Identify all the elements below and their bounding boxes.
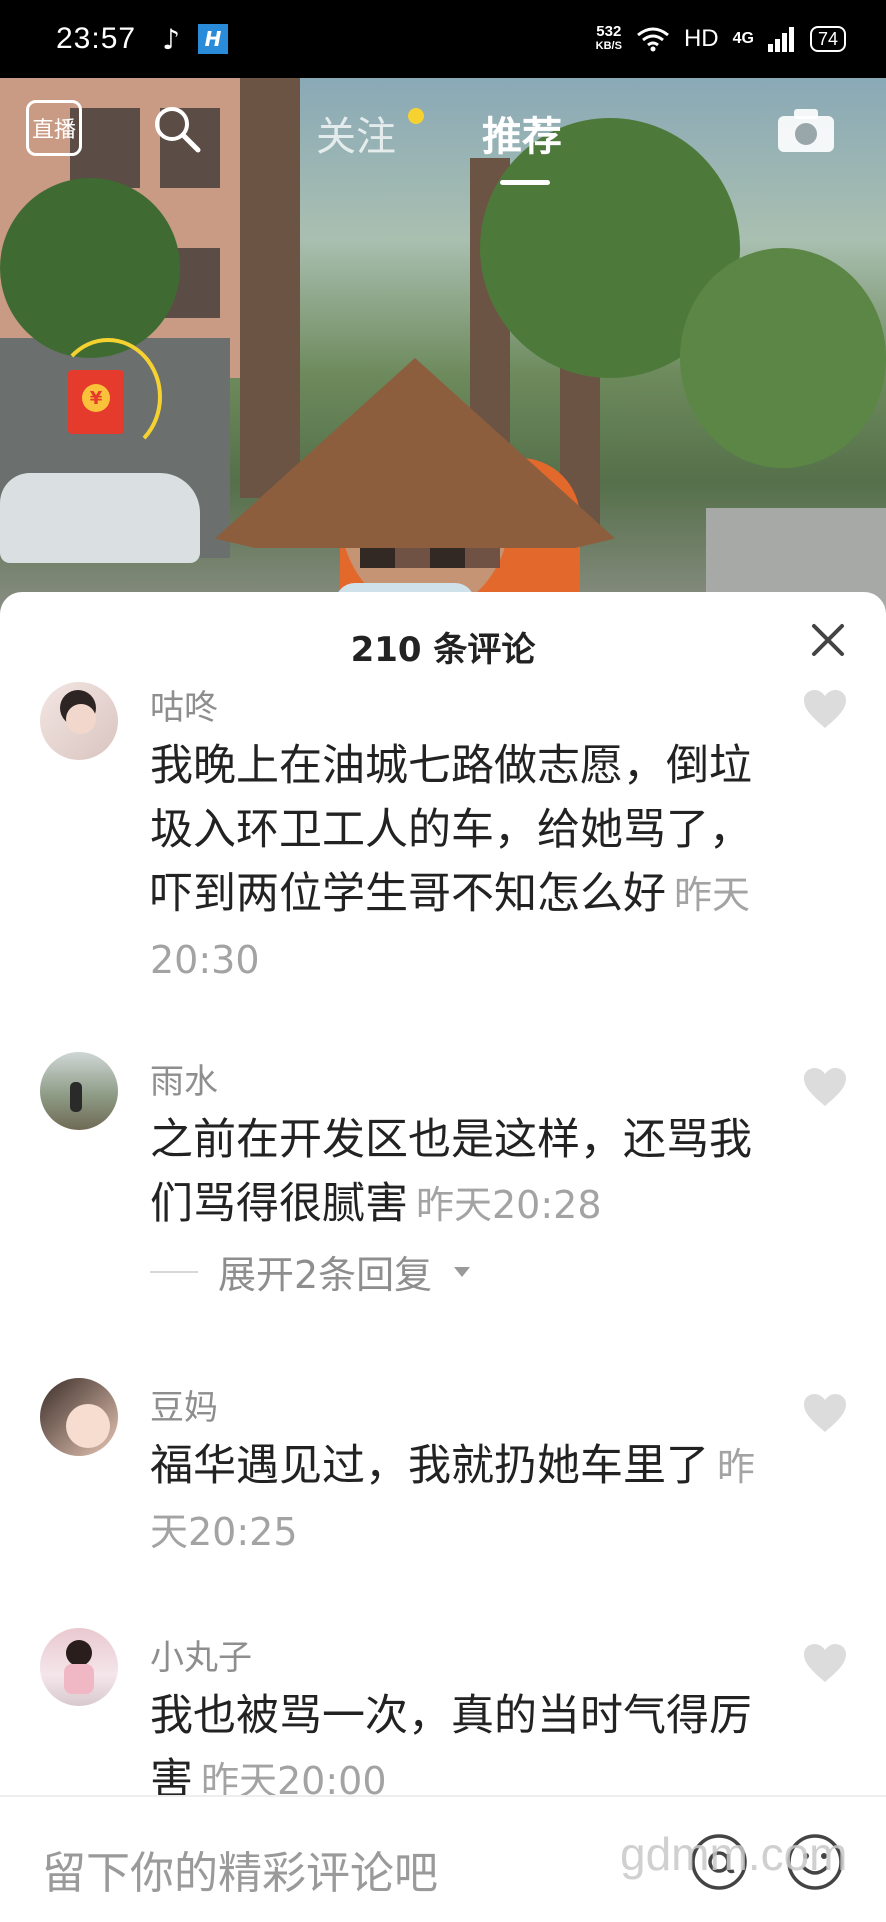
camera-icon[interactable] xyxy=(776,106,836,154)
live-label: 直播 xyxy=(31,118,76,143)
comment-username[interactable]: 豆妈 xyxy=(150,1380,218,1429)
heart-icon[interactable] xyxy=(802,1642,848,1684)
comment-input[interactable]: 留下你的精彩评论吧 xyxy=(42,1837,438,1901)
active-tab-indicator xyxy=(500,180,550,185)
avatar[interactable] xyxy=(40,682,118,760)
heart-icon[interactable] xyxy=(802,1392,848,1434)
comment-input-bar[interactable]: 留下你的精彩评论吧 gdmm.com xyxy=(0,1795,886,1922)
comment-username[interactable]: 小丸子 xyxy=(150,1630,252,1679)
comment-username[interactable]: 咕咚 xyxy=(150,680,218,729)
comments-sheet: 210 条评论 咕咚 我晚上在油城七路做志愿，倒垃圾入环卫工人的车，给她骂了，吓… xyxy=(0,592,886,1920)
yuan-coin-icon: ¥ xyxy=(82,384,110,412)
avatar[interactable] xyxy=(40,1628,118,1706)
video-car xyxy=(0,473,200,563)
network-speed: 532 KB/S xyxy=(596,24,622,54)
comments-header: 210 条评论 xyxy=(0,592,886,692)
comment-item: 雨水 之前在开发区也是这样，还骂我们骂得很腻害 昨天20:28 展开2条回复 xyxy=(0,1052,886,1312)
video-tree xyxy=(680,248,886,468)
heart-icon[interactable] xyxy=(802,688,848,730)
comment-body: 我晚上在油城七路做志愿，倒垃圾入环卫工人的车，给她骂了，吓到两位学生哥不知怎么好 xyxy=(150,741,752,919)
comment-item: 小丸子 我也被骂一次，真的当时气得厉害 昨天20:00 xyxy=(0,1628,886,1805)
network-speed-value: 532 xyxy=(596,23,622,40)
avatar[interactable] xyxy=(40,1378,118,1456)
expand-replies-label: 展开2条回复 xyxy=(218,1253,433,1297)
watermark: gdmm.com xyxy=(620,1828,848,1880)
tiktok-icon: ♪ xyxy=(162,22,180,56)
red-packet-button[interactable]: ¥ xyxy=(68,370,124,434)
status-bar: 23:57 ♪ H 532 KB/S HD 4G 74 xyxy=(0,0,886,78)
comment-body: 福华遇见过，我就扔她车里了 xyxy=(150,1441,709,1491)
signal-icon xyxy=(767,27,794,52)
avatar[interactable] xyxy=(40,1052,118,1130)
comment-text: 福华遇见过，我就扔她车里了 昨天20:25 xyxy=(150,1434,770,1564)
comment-item: 咕咚 我晚上在油城七路做志愿，倒垃圾入环卫工人的车，给她骂了，吓到两位学生哥不知… xyxy=(0,682,886,982)
tab-following[interactable]: 关注 xyxy=(316,104,396,162)
comment-text: 之前在开发区也是这样，还骂我们骂得很腻害 昨天20:28 xyxy=(150,1108,770,1237)
comments-count-title: 210 条评论 xyxy=(350,630,536,670)
following-notification-dot xyxy=(408,108,424,124)
expand-replies-button[interactable]: 展开2条回复 xyxy=(150,1244,650,1299)
tab-recommended[interactable]: 推荐 xyxy=(482,104,562,162)
close-icon[interactable] xyxy=(808,620,848,660)
search-icon[interactable] xyxy=(150,102,204,156)
chevron-down-icon xyxy=(454,1266,471,1277)
comment-item: 豆妈 福华遇见过，我就扔她车里了 昨天20:25 xyxy=(0,1378,886,1578)
wifi-icon xyxy=(637,27,669,52)
top-nav: 直播 关注 推荐 xyxy=(0,78,886,188)
heart-icon[interactable] xyxy=(802,1066,848,1108)
comment-text: 我晚上在油城七路做志愿，倒垃圾入环卫工人的车，给她骂了，吓到两位学生哥不知怎么好… xyxy=(150,734,770,992)
live-button[interactable]: 直播 xyxy=(26,100,82,156)
video-tree xyxy=(0,178,180,358)
network-type: 4G xyxy=(732,30,754,47)
network-speed-unit: KB/S xyxy=(595,40,622,52)
status-time: 23:57 xyxy=(56,22,137,55)
battery-indicator: 74 xyxy=(809,26,846,52)
replies-divider xyxy=(150,1270,198,1273)
hd-indicator: HD xyxy=(683,25,719,52)
comment-text: 我也被骂一次，真的当时气得厉害 昨天20:00 xyxy=(150,1684,770,1813)
comment-username[interactable]: 雨水 xyxy=(150,1054,218,1103)
comment-time: 昨天20:28 xyxy=(416,1183,602,1227)
app-icon: H xyxy=(197,24,228,54)
